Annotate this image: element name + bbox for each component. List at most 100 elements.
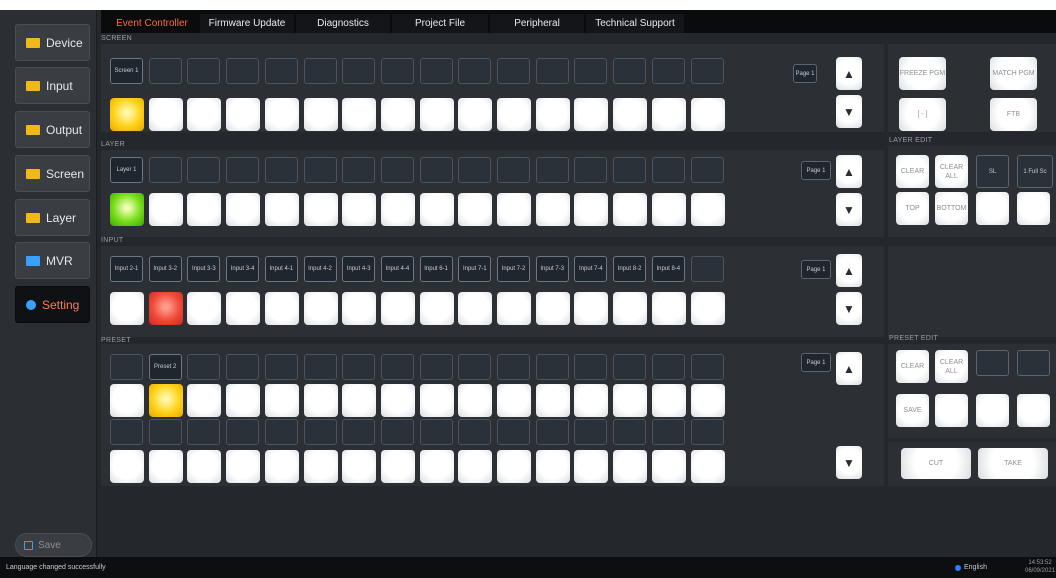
input-page-button[interactable]: Page 1	[801, 260, 831, 279]
screen-slot[interactable]	[419, 58, 453, 84]
layer-slot[interactable]	[342, 157, 376, 183]
preset-row2-pad[interactable]	[613, 450, 648, 483]
input-pad[interactable]	[303, 292, 338, 325]
preset-row2-pad[interactable]	[574, 450, 609, 483]
input-slot[interactable]: Input 4-1	[264, 256, 298, 282]
preset-pad[interactable]	[613, 384, 648, 417]
sidebar-item-input[interactable]: Input	[15, 67, 90, 104]
preset-pad[interactable]	[419, 384, 454, 417]
input-pad[interactable]	[342, 292, 377, 325]
screen-slot[interactable]	[574, 58, 608, 84]
layer-bottom-button[interactable]: BOTTOM	[935, 192, 968, 225]
input-slot[interactable]: Input 7-2	[497, 256, 530, 282]
screen-slot[interactable]	[148, 58, 182, 84]
layer-slot[interactable]	[226, 157, 260, 183]
preset-row2-pad[interactable]	[264, 450, 299, 483]
freeze-pgm-button[interactable]: FREEZE PGM	[899, 57, 946, 90]
layer-clear-all-button[interactable]: CLEAR ALL	[935, 155, 968, 188]
preset-row2-pad[interactable]	[148, 450, 183, 483]
preset-row2-pad[interactable]	[419, 450, 454, 483]
preset-pad[interactable]	[264, 384, 299, 417]
preset-row2-pad[interactable]	[535, 450, 570, 483]
preset-slot[interactable]	[419, 354, 453, 380]
layer-pad[interactable]	[380, 193, 415, 226]
screen-pad[interactable]	[497, 98, 531, 131]
layer-pad[interactable]	[148, 193, 183, 226]
preset-slot-row2[interactable]	[380, 419, 414, 445]
layer-pad[interactable]	[419, 193, 454, 226]
preset-slot-row2[interactable]	[497, 419, 530, 445]
tab-firmware-update[interactable]: Firmware Update	[200, 14, 294, 33]
layer-pad[interactable]	[497, 193, 531, 226]
layer-slot[interactable]	[419, 157, 453, 183]
input-pad[interactable]	[690, 292, 725, 325]
layer-full-screen-button[interactable]: 1 Full Sc	[1017, 155, 1053, 188]
preset-slot[interactable]	[226, 354, 260, 380]
preset-pad-active[interactable]	[148, 384, 183, 417]
preset-slot-row2[interactable]	[613, 419, 647, 445]
screen-slot[interactable]	[651, 58, 685, 84]
screen-page-down-button[interactable]: ▼	[836, 95, 862, 128]
tab-peripheral[interactable]: Peripheral	[490, 14, 584, 33]
preset-clear-all-button[interactable]: CLEAR ALL	[935, 350, 968, 383]
preset-slot[interactable]	[535, 354, 569, 380]
preset-slot[interactable]	[574, 354, 608, 380]
preset-slot[interactable]: Preset 2	[148, 354, 182, 380]
screen-slot[interactable]	[303, 58, 337, 84]
input-slot[interactable]: Input 3-3	[187, 256, 221, 282]
input-pad[interactable]	[535, 292, 570, 325]
tab-event-controller[interactable]: Event Controller	[106, 14, 198, 33]
preset-slot[interactable]	[651, 354, 685, 380]
layer-sl-button[interactable]: SL	[976, 155, 1009, 188]
input-slot[interactable]: Input 4-4	[380, 256, 414, 282]
preset-slot-row2[interactable]	[148, 419, 182, 445]
input-pad[interactable]	[226, 292, 261, 325]
input-pad[interactable]	[651, 292, 686, 325]
layer-pad[interactable]	[651, 193, 686, 226]
preset-slot-row2[interactable]	[187, 419, 221, 445]
preset-pad[interactable]	[535, 384, 570, 417]
screen-pad[interactable]	[303, 98, 338, 131]
preset-pad[interactable]	[380, 384, 415, 417]
preset-slot[interactable]	[613, 354, 647, 380]
screen-slot[interactable]	[535, 58, 569, 84]
layer-slot[interactable]	[458, 157, 492, 183]
preset-slot-row2[interactable]	[342, 419, 376, 445]
preset-slot[interactable]	[342, 354, 376, 380]
preset-slot[interactable]	[497, 354, 530, 380]
preset-row2-pad[interactable]	[497, 450, 531, 483]
screen-slot[interactable]	[264, 58, 298, 84]
preset-slot-row2[interactable]	[458, 419, 492, 445]
layer-pad[interactable]	[342, 193, 377, 226]
preset-slot-row2[interactable]	[303, 419, 337, 445]
layer-page-down-button[interactable]: ▼	[836, 193, 862, 226]
layer-clear-button[interactable]: CLEAR	[896, 155, 929, 188]
preset-pad[interactable]	[651, 384, 686, 417]
input-slot[interactable]: Input 6-1	[419, 256, 453, 282]
preset-slot[interactable]	[380, 354, 414, 380]
input-page-down-button[interactable]: ▼	[836, 292, 862, 325]
preset-slot-row2[interactable]	[574, 419, 608, 445]
language-selector[interactable]: English	[955, 564, 987, 571]
layer-pad[interactable]	[574, 193, 609, 226]
save-button[interactable]: Save	[15, 533, 92, 557]
input-pad[interactable]	[419, 292, 454, 325]
screen-pad[interactable]	[613, 98, 648, 131]
preset-page-button[interactable]: Page 1	[801, 353, 831, 372]
preset-pad[interactable]	[690, 384, 725, 417]
preset-page-up-button[interactable]: ▲	[836, 352, 862, 385]
preset-edit-slot-2[interactable]	[1017, 350, 1050, 376]
layer-slot[interactable]	[497, 157, 530, 183]
tab-technical-support[interactable]: Technical Support	[586, 14, 684, 33]
layer-page-up-button[interactable]: ▲	[836, 155, 862, 188]
layer-slot[interactable]	[380, 157, 414, 183]
layer-pad-active[interactable]	[110, 193, 144, 226]
input-pad[interactable]	[613, 292, 648, 325]
match-pgm-button[interactable]: MATCH PGM	[990, 57, 1037, 90]
cut-button[interactable]: CUT	[901, 448, 971, 479]
input-pad[interactable]	[458, 292, 493, 325]
preset-slot-row2[interactable]	[535, 419, 569, 445]
screen-slot[interactable]	[690, 58, 724, 84]
input-pad[interactable]	[264, 292, 299, 325]
screen-slot[interactable]	[380, 58, 414, 84]
